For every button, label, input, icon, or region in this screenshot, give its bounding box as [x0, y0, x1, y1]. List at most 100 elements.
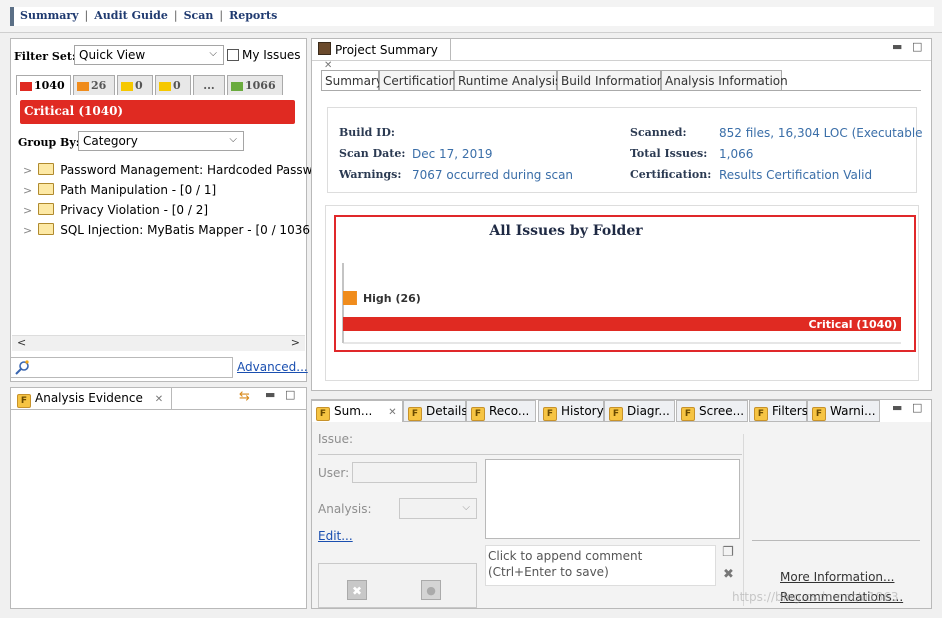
- group-by-select[interactable]: Category ⌵: [78, 131, 244, 151]
- bar-label-high: High (26): [363, 292, 421, 305]
- filter-set-label: Filter Set:: [14, 50, 76, 63]
- tab-divider: [312, 60, 931, 61]
- group-by-value: Category: [83, 134, 138, 148]
- bar-label-critical: Critical (1040): [808, 318, 897, 331]
- certification-value[interactable]: Results Certification Valid: [719, 168, 872, 182]
- scroll-left-icon[interactable]: <: [17, 336, 26, 349]
- subtab-certification[interactable]: Certification: [379, 70, 456, 91]
- analysis-select[interactable]: ⌵: [399, 498, 477, 519]
- tree-item[interactable]: > Privacy Violation - [0 / 2]: [23, 203, 208, 217]
- critical-folder-header[interactable]: Critical (1040): [20, 100, 295, 124]
- fortify-icon: F: [17, 394, 31, 408]
- minimize-icon[interactable]: ▬: [265, 388, 275, 401]
- advanced-search-link[interactable]: Advanced...: [237, 360, 308, 374]
- fortify-icon: F: [316, 407, 330, 421]
- folder-icon: [38, 163, 55, 175]
- subtab-build-information[interactable]: Build Information: [557, 70, 664, 91]
- tab-divider: [11, 409, 306, 410]
- tab-recommendations[interactable]: F Reco...: [466, 400, 536, 422]
- tab-project-summary[interactable]: Project Summary ✕: [311, 38, 451, 71]
- tab-more[interactable]: ...: [193, 75, 225, 95]
- scroll-right-icon[interactable]: >: [291, 336, 300, 349]
- edit-link[interactable]: Edit...: [318, 529, 353, 543]
- bug-button[interactable]: ●: [421, 580, 441, 600]
- top-nav: Summary | Audit Guide | Scan | Reports: [0, 0, 942, 33]
- total-issues-value: 1,066: [719, 147, 754, 161]
- tab-details[interactable]: F Details: [403, 400, 468, 422]
- bar-high[interactable]: [343, 291, 357, 305]
- medium-color-swatch: [121, 81, 133, 91]
- user-label: User:: [318, 466, 350, 480]
- maximize-icon[interactable]: □: [912, 401, 922, 414]
- user-field[interactable]: [352, 462, 477, 483]
- chevron-right-icon: >: [23, 224, 33, 237]
- subtab-analysis-information[interactable]: Analysis Information: [661, 70, 788, 91]
- my-issues-checkbox[interactable]: [227, 49, 239, 61]
- nav-audit-guide[interactable]: Audit Guide: [94, 9, 168, 22]
- tab-issue-summary[interactable]: F Sum... ✕: [311, 400, 403, 422]
- delete-comment-icon[interactable]: ✖: [723, 567, 734, 582]
- minimize-icon[interactable]: ▬: [892, 40, 902, 53]
- tab-filters[interactable]: F Filters: [749, 400, 808, 422]
- search-input[interactable]: [10, 357, 233, 378]
- close-icon[interactable]: ✕: [388, 407, 396, 418]
- nav-summary[interactable]: Summary: [20, 9, 79, 22]
- audit-buttons-area: ✖ ●: [318, 563, 477, 608]
- project-summary-panel: Project Summary ✕ ▬ □ Summary Certificat…: [311, 38, 932, 391]
- folder-icon: [38, 203, 55, 215]
- scanned-value: 852 files, 16,304 LOC (Executable: [719, 126, 923, 140]
- subtab-runtime-analysis[interactable]: Runtime Analysis: [454, 70, 561, 91]
- sync-icon[interactable]: ⇆: [239, 389, 250, 404]
- search-row: Advanced...: [10, 357, 308, 379]
- subtab-summary[interactable]: Summary: [321, 70, 383, 91]
- fortify-icon: F: [471, 407, 485, 421]
- scan-date-value: Dec 17, 2019: [412, 147, 493, 161]
- filter-set-select[interactable]: Quick View ⌵: [74, 45, 224, 65]
- nav-reports[interactable]: Reports: [229, 9, 277, 22]
- close-icon[interactable]: ✕: [155, 394, 163, 405]
- folder-icon: [38, 183, 55, 195]
- tab-history[interactable]: F History: [538, 400, 604, 422]
- fortify-icon: F: [812, 407, 826, 421]
- maximize-icon[interactable]: □: [912, 40, 922, 53]
- issue-label: Issue:: [318, 432, 354, 446]
- fortify-icon: F: [408, 407, 422, 421]
- chevron-right-icon: >: [23, 164, 33, 177]
- tab-all[interactable]: 1066: [227, 75, 283, 95]
- tab-warnings[interactable]: F Warni...: [807, 400, 880, 422]
- tab-low[interactable]: 0: [155, 75, 191, 95]
- add-comment-icon[interactable]: ❐: [722, 545, 734, 560]
- minimize-icon[interactable]: ▬: [892, 401, 902, 414]
- tab-screens[interactable]: F Scree...: [676, 400, 748, 422]
- scanned-label: Scanned:: [630, 126, 687, 139]
- severity-tabs: 1040 26 0 0 ... 1066: [16, 75, 299, 95]
- tree-item[interactable]: > Path Manipulation - [0 / 1]: [23, 183, 216, 197]
- more-information-link[interactable]: More Information...: [780, 570, 894, 584]
- tree-item[interactable]: > Password Management: Hardcoded Passw: [23, 163, 312, 177]
- chevron-down-icon: ⌵: [229, 134, 237, 145]
- horizontal-scrollbar[interactable]: < >: [12, 335, 305, 351]
- tree-item[interactable]: > SQL Injection: MyBatis Mapper - [0 / 10…: [23, 223, 315, 237]
- filter-set-value: Quick View: [79, 48, 146, 62]
- fortify-icon: F: [543, 407, 557, 421]
- tab-analysis-evidence[interactable]: F Analysis Evidence ✕: [10, 387, 172, 409]
- tab-medium[interactable]: 0: [117, 75, 153, 95]
- warnings-value[interactable]: 7067 occurred during scan: [412, 168, 573, 182]
- chevron-down-icon: ⌵: [209, 48, 217, 59]
- tab-high[interactable]: 26: [73, 75, 115, 95]
- chart-canvas: High (26) Critical (1040): [342, 263, 901, 344]
- issue-summary-body: Issue: User: Analysis: ⌵ Edit... ✖ ● Cli…: [312, 422, 931, 608]
- chevron-right-icon: >: [23, 184, 33, 197]
- warnings-label: Warnings:: [339, 168, 402, 181]
- append-comment-input[interactable]: Click to append comment (Ctrl+Enter to s…: [485, 545, 716, 586]
- chevron-down-icon: ⌵: [462, 502, 470, 513]
- maximize-icon[interactable]: □: [285, 388, 295, 401]
- nav-scan[interactable]: Scan: [184, 9, 214, 22]
- suppress-button[interactable]: ✖: [347, 580, 367, 600]
- tab-critical[interactable]: 1040: [16, 75, 71, 95]
- scan-info-box: Build ID: Scan Date: Dec 17, 2019 Warnin…: [327, 107, 923, 193]
- side-divider: [752, 540, 920, 541]
- comments-area[interactable]: [485, 459, 740, 539]
- tab-diagram[interactable]: F Diagr...: [604, 400, 675, 422]
- folder-icon: [38, 223, 55, 235]
